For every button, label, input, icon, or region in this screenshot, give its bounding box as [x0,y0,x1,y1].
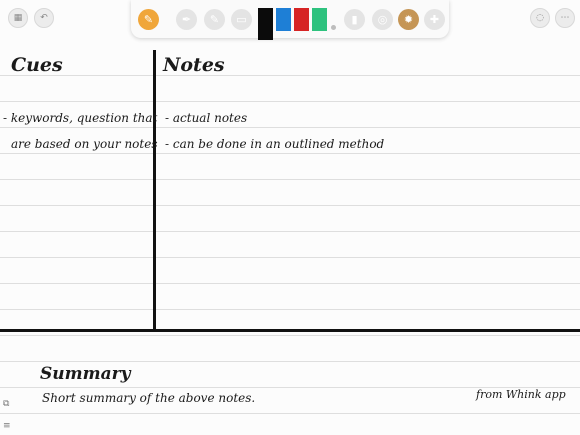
grid-icon: ▦ [13,12,23,23]
grid-view-button[interactable]: ▦ [8,8,28,28]
highlighter-tool-button[interactable]: ✎ [204,9,225,30]
cue-line-1: - keywords, question that [3,111,158,125]
color-swatch-red[interactable] [294,8,309,31]
lasso-icon: ◎ [377,13,388,26]
fountain-pen-icon: ✒ [181,13,192,26]
summary-text: Short summary of the above notes. [42,391,256,405]
more-button[interactable]: ⋯ [555,8,575,28]
eraser-tool-button[interactable]: ▭ [231,9,252,30]
pencil-icon: ▮ [351,13,358,26]
settings-tool-button[interactable]: ✹ [398,9,419,30]
undo-button[interactable]: ↶ [34,8,54,28]
pen-icon: ✎ [143,13,154,26]
note-line-1: - actual notes [165,111,248,125]
add-tool-button[interactable]: ✚ [424,9,445,30]
summary-heading: Summary [40,364,131,384]
pages-icon[interactable]: ⧉ [3,399,13,409]
drawing-toolbar: ✎ ✒ ✎ ▭ ▮ ◎ ✹ ✚ [131,0,449,40]
plus-icon: ✚ [429,13,440,26]
color-swatch-blue[interactable] [276,8,291,31]
eraser-icon: ▭ [236,13,247,26]
more-icon: ⋯ [560,12,570,23]
pencil-tool-button[interactable]: ▮ [344,9,365,30]
cue-line-2: are based on your notes [11,137,158,151]
cues-heading: Cues [11,54,63,76]
highlighter-icon: ✎ [209,13,220,26]
hint-button[interactable]: ◌ [530,8,550,28]
fountain-pen-tool-button[interactable]: ✒ [176,9,197,30]
summary-divider [0,329,580,332]
color-swatch-black[interactable] [258,8,273,40]
credit-text: from Whink app [476,388,566,401]
more-colors-dot[interactable] [331,25,336,30]
lightbulb-icon: ◌ [536,12,544,23]
cue-column-divider [153,50,156,331]
notes-heading: Notes [163,54,225,76]
note-line-2: - can be done in an outlined method [165,137,385,151]
menu-icon[interactable]: ≡ [3,421,13,431]
undo-icon: ↶ [40,12,48,23]
pen-tool-button[interactable]: ✎ [138,9,159,30]
gear-icon: ✹ [403,13,414,26]
lasso-tool-button[interactable]: ◎ [372,9,393,30]
color-swatch-green[interactable] [312,8,327,31]
